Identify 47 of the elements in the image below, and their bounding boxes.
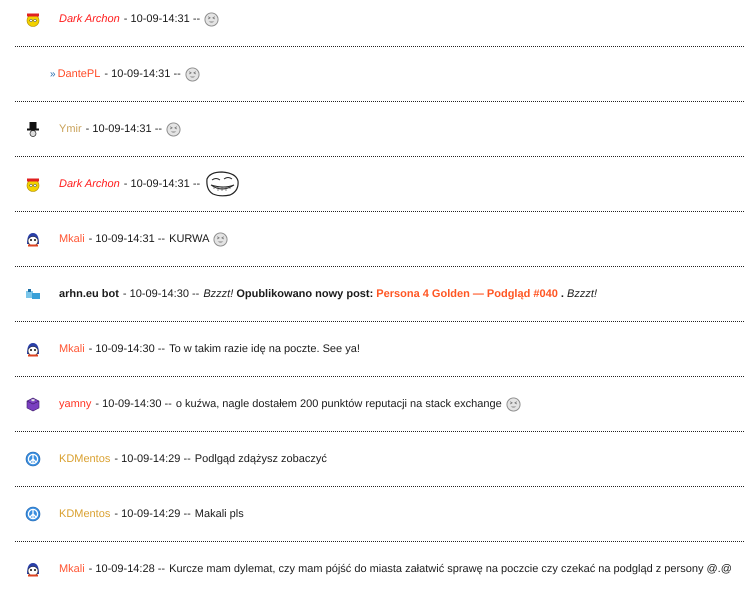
username[interactable]: Mkali: [59, 563, 85, 575]
peace-sign-icon: [25, 451, 41, 467]
username[interactable]: arhn.eu bot: [59, 288, 119, 300]
message-timestamp: - 10-09-14:30 --: [122, 288, 200, 300]
username[interactable]: yamny: [59, 398, 92, 410]
username[interactable]: Ymir: [59, 123, 82, 135]
username[interactable]: KDMentos: [59, 508, 110, 520]
username[interactable]: Dark Archon: [59, 178, 120, 190]
message-timestamp: - 10-09-14:29 --: [114, 453, 191, 465]
message-timestamp: - 10-09-14:31 --: [124, 13, 200, 25]
squinting-face-icon: [166, 122, 182, 136]
mascot-avatar-icon: [25, 341, 41, 357]
message-timestamp: - 10-09-14:30 --: [95, 398, 172, 410]
message-timestamp: - 10-09-14:31 --: [104, 68, 181, 80]
top-hat-avatar-icon: [25, 121, 41, 137]
chick-avatar-icon: [25, 176, 41, 192]
troll-face-icon: [204, 171, 240, 197]
message-text: o kuźwa, nagle dostałem 200 punktów reputacji na stack exchange: [176, 398, 502, 410]
squinting-face-icon: [184, 66, 200, 82]
username[interactable]: Mkali: [59, 233, 85, 245]
squinting-face-icon: [204, 12, 220, 26]
username[interactable]: KDMentos: [59, 453, 110, 465]
message-timestamp: - 10-09-14:30 --: [88, 343, 166, 355]
message-timestamp: - 10-09-14:29 --: [114, 508, 191, 520]
chick-avatar-icon: [25, 11, 41, 27]
message-text: Makali pls: [194, 508, 244, 520]
message-timestamp: - 10-09-14:31 --: [88, 233, 166, 245]
squinting-face-icon: [213, 232, 228, 246]
squinting-face-icon: [506, 396, 521, 412]
box-avatar-icon: [25, 396, 41, 412]
message-text: Podlgąd zdążysz zobaczyć: [194, 453, 327, 465]
username[interactable]: Mkali: [59, 343, 85, 355]
username[interactable]: Dark Archon: [59, 13, 120, 25]
robot-avatar-icon: [25, 286, 41, 302]
peace-sign-icon: [25, 506, 41, 522]
post-link[interactable]: Persona 4 Golden — Podgląd #040: [376, 288, 558, 300]
message-text: To w takim razie idę na poczte. See ya!: [169, 343, 360, 355]
message-timestamp: - 10-09-14:31 --: [124, 178, 200, 190]
mascot-avatar-icon: [25, 561, 41, 577]
reply-marker: »: [50, 68, 56, 80]
message-text: KURWA: [169, 233, 210, 245]
message-timestamp: - 10-09-14:28 --: [88, 563, 166, 575]
username[interactable]: DantePL: [58, 68, 100, 80]
message-text: Bzzzt! Opublikowano nowy post: Persona 4 Golden — Podgląd #040 . Bzzzt!: [203, 288, 597, 300]
message-text: Kurcze mam dylemat, czy mam pójść do miasta załatwić sprawę na poczcie czy czekać na podgląd z persony @.@: [169, 563, 732, 575]
mascot-avatar-icon: [25, 231, 41, 247]
message-timestamp: - 10-09-14:31 --: [86, 123, 162, 135]
